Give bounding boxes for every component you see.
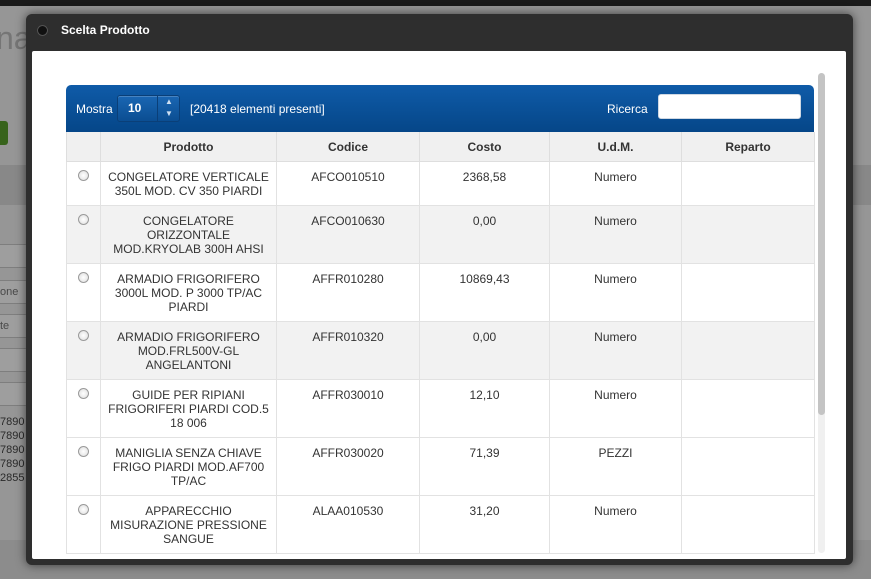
product-table: Prodotto Codice Costo U.d.M. Reparto CON… xyxy=(66,132,815,554)
row-select-cell xyxy=(66,161,101,206)
row-select-cell xyxy=(66,379,101,438)
table-header-row: Prodotto Codice Costo U.d.M. Reparto xyxy=(66,132,815,162)
column-header-udm[interactable]: U.d.M. xyxy=(549,132,682,162)
page-length-select[interactable]: 10 ▲ ▼ xyxy=(117,95,180,122)
cell-costo: 71,39 xyxy=(419,437,550,496)
dialog-icon xyxy=(37,25,48,36)
row-select-cell xyxy=(66,495,101,554)
records-info: [20418 elementi presenti] xyxy=(190,102,325,116)
cell-prodotto: APPARECCHIO MISURAZIONE PRESSIONE SANGUE xyxy=(100,495,277,554)
search-label: Ricerca xyxy=(607,102,648,116)
cell-prodotto: CONGELATORE ORIZZONTALE MOD.KRYOLAB 300H… xyxy=(100,205,277,264)
cell-codice: AFCO010510 xyxy=(276,161,420,206)
product-table-panel: Mostra 10 ▲ ▼ [20418 elementi presenti] R… xyxy=(66,85,815,559)
column-header-prodotto[interactable]: Prodotto xyxy=(100,132,277,162)
cell-reparto xyxy=(681,379,815,438)
cell-udm: Numero xyxy=(549,161,682,206)
select-arrows-icon: ▲ ▼ xyxy=(157,96,180,121)
row-radio[interactable] xyxy=(78,446,89,457)
row-radio[interactable] xyxy=(78,272,89,283)
cell-udm: Numero xyxy=(549,321,682,380)
row-radio[interactable] xyxy=(78,330,89,341)
cell-reparto xyxy=(681,161,815,206)
cell-udm: Numero xyxy=(549,495,682,554)
cell-reparto xyxy=(681,321,815,380)
cell-reparto xyxy=(681,205,815,264)
dialog-title: Scelta Prodotto xyxy=(61,23,150,37)
row-select-cell xyxy=(66,205,101,264)
product-picker-dialog: Scelta Prodotto Mostra 10 ▲ ▼ [20418 elem… xyxy=(26,14,853,565)
cell-udm: Numero xyxy=(549,263,682,322)
row-select-cell xyxy=(66,437,101,496)
cell-prodotto: ARMADIO FRIGORIFERO 3000L MOD. P 3000 TP… xyxy=(100,263,277,322)
row-radio[interactable] xyxy=(78,504,89,515)
row-radio[interactable] xyxy=(78,170,89,181)
cell-codice: AFFR010280 xyxy=(276,263,420,322)
cell-costo: 2368,58 xyxy=(419,161,550,206)
cell-costo: 12,10 xyxy=(419,379,550,438)
cell-costo: 0,00 xyxy=(419,205,550,264)
table-row[interactable]: CONGELATORE VERTICALE 350L MOD. CV 350 P… xyxy=(66,161,815,206)
cell-reparto xyxy=(681,263,815,322)
cell-reparto xyxy=(681,495,815,554)
cell-codice: AFFR030010 xyxy=(276,379,420,438)
table-row[interactable]: MANIGLIA SENZA CHIAVE FRIGO PIARDI MOD.A… xyxy=(66,437,815,496)
cell-codice: ALAA010530 xyxy=(276,495,420,554)
cell-udm: Numero xyxy=(549,379,682,438)
dialog-header[interactable]: Scelta Prodotto xyxy=(26,14,853,48)
row-radio[interactable] xyxy=(78,214,89,225)
page-length-label: Mostra xyxy=(76,102,113,116)
table-row[interactable]: GUIDE PER RIPIANI FRIGORIFERI PIARDI COD… xyxy=(66,379,815,438)
scrollbar-thumb[interactable] xyxy=(818,73,825,415)
table-row[interactable]: APPARECCHIO MISURAZIONE PRESSIONE SANGUE… xyxy=(66,495,815,554)
cell-costo: 31,20 xyxy=(419,495,550,554)
page-length-value: 10 xyxy=(128,101,142,115)
cell-prodotto: MANIGLIA SENZA CHIAVE FRIGO PIARDI MOD.A… xyxy=(100,437,277,496)
table-toolbar: Mostra 10 ▲ ▼ [20418 elementi presenti] R… xyxy=(66,85,814,132)
column-header-select xyxy=(66,132,101,162)
cell-costo: 0,00 xyxy=(419,321,550,380)
dialog-body: Mostra 10 ▲ ▼ [20418 elementi presenti] R… xyxy=(32,51,846,559)
cell-udm: Numero xyxy=(549,205,682,264)
column-header-codice[interactable]: Codice xyxy=(276,132,420,162)
column-header-reparto[interactable]: Reparto xyxy=(681,132,815,162)
cell-reparto xyxy=(681,437,815,496)
table-row[interactable]: ARMADIO FRIGORIFERO 3000L MOD. P 3000 TP… xyxy=(66,263,815,322)
column-header-costo[interactable]: Costo xyxy=(419,132,550,162)
cell-udm: PEZZI xyxy=(549,437,682,496)
cell-costo: 10869,43 xyxy=(419,263,550,322)
cell-prodotto: ARMADIO FRIGORIFERO MOD.FRL500V-GL ANGEL… xyxy=(100,321,277,380)
search-input[interactable] xyxy=(658,94,801,119)
row-select-cell xyxy=(66,321,101,380)
cell-codice: AFFR030020 xyxy=(276,437,420,496)
cell-prodotto: GUIDE PER RIPIANI FRIGORIFERI PIARDI COD… xyxy=(100,379,277,438)
row-radio[interactable] xyxy=(78,388,89,399)
dialog-scrollbar[interactable] xyxy=(818,73,825,553)
cell-codice: AFCO010630 xyxy=(276,205,420,264)
table-row[interactable]: CONGELATORE ORIZZONTALE MOD.KRYOLAB 300H… xyxy=(66,205,815,264)
row-select-cell xyxy=(66,263,101,322)
table-row[interactable]: ARMADIO FRIGORIFERO MOD.FRL500V-GL ANGEL… xyxy=(66,321,815,380)
cell-codice: AFFR010320 xyxy=(276,321,420,380)
cell-prodotto: CONGELATORE VERTICALE 350L MOD. CV 350 P… xyxy=(100,161,277,206)
